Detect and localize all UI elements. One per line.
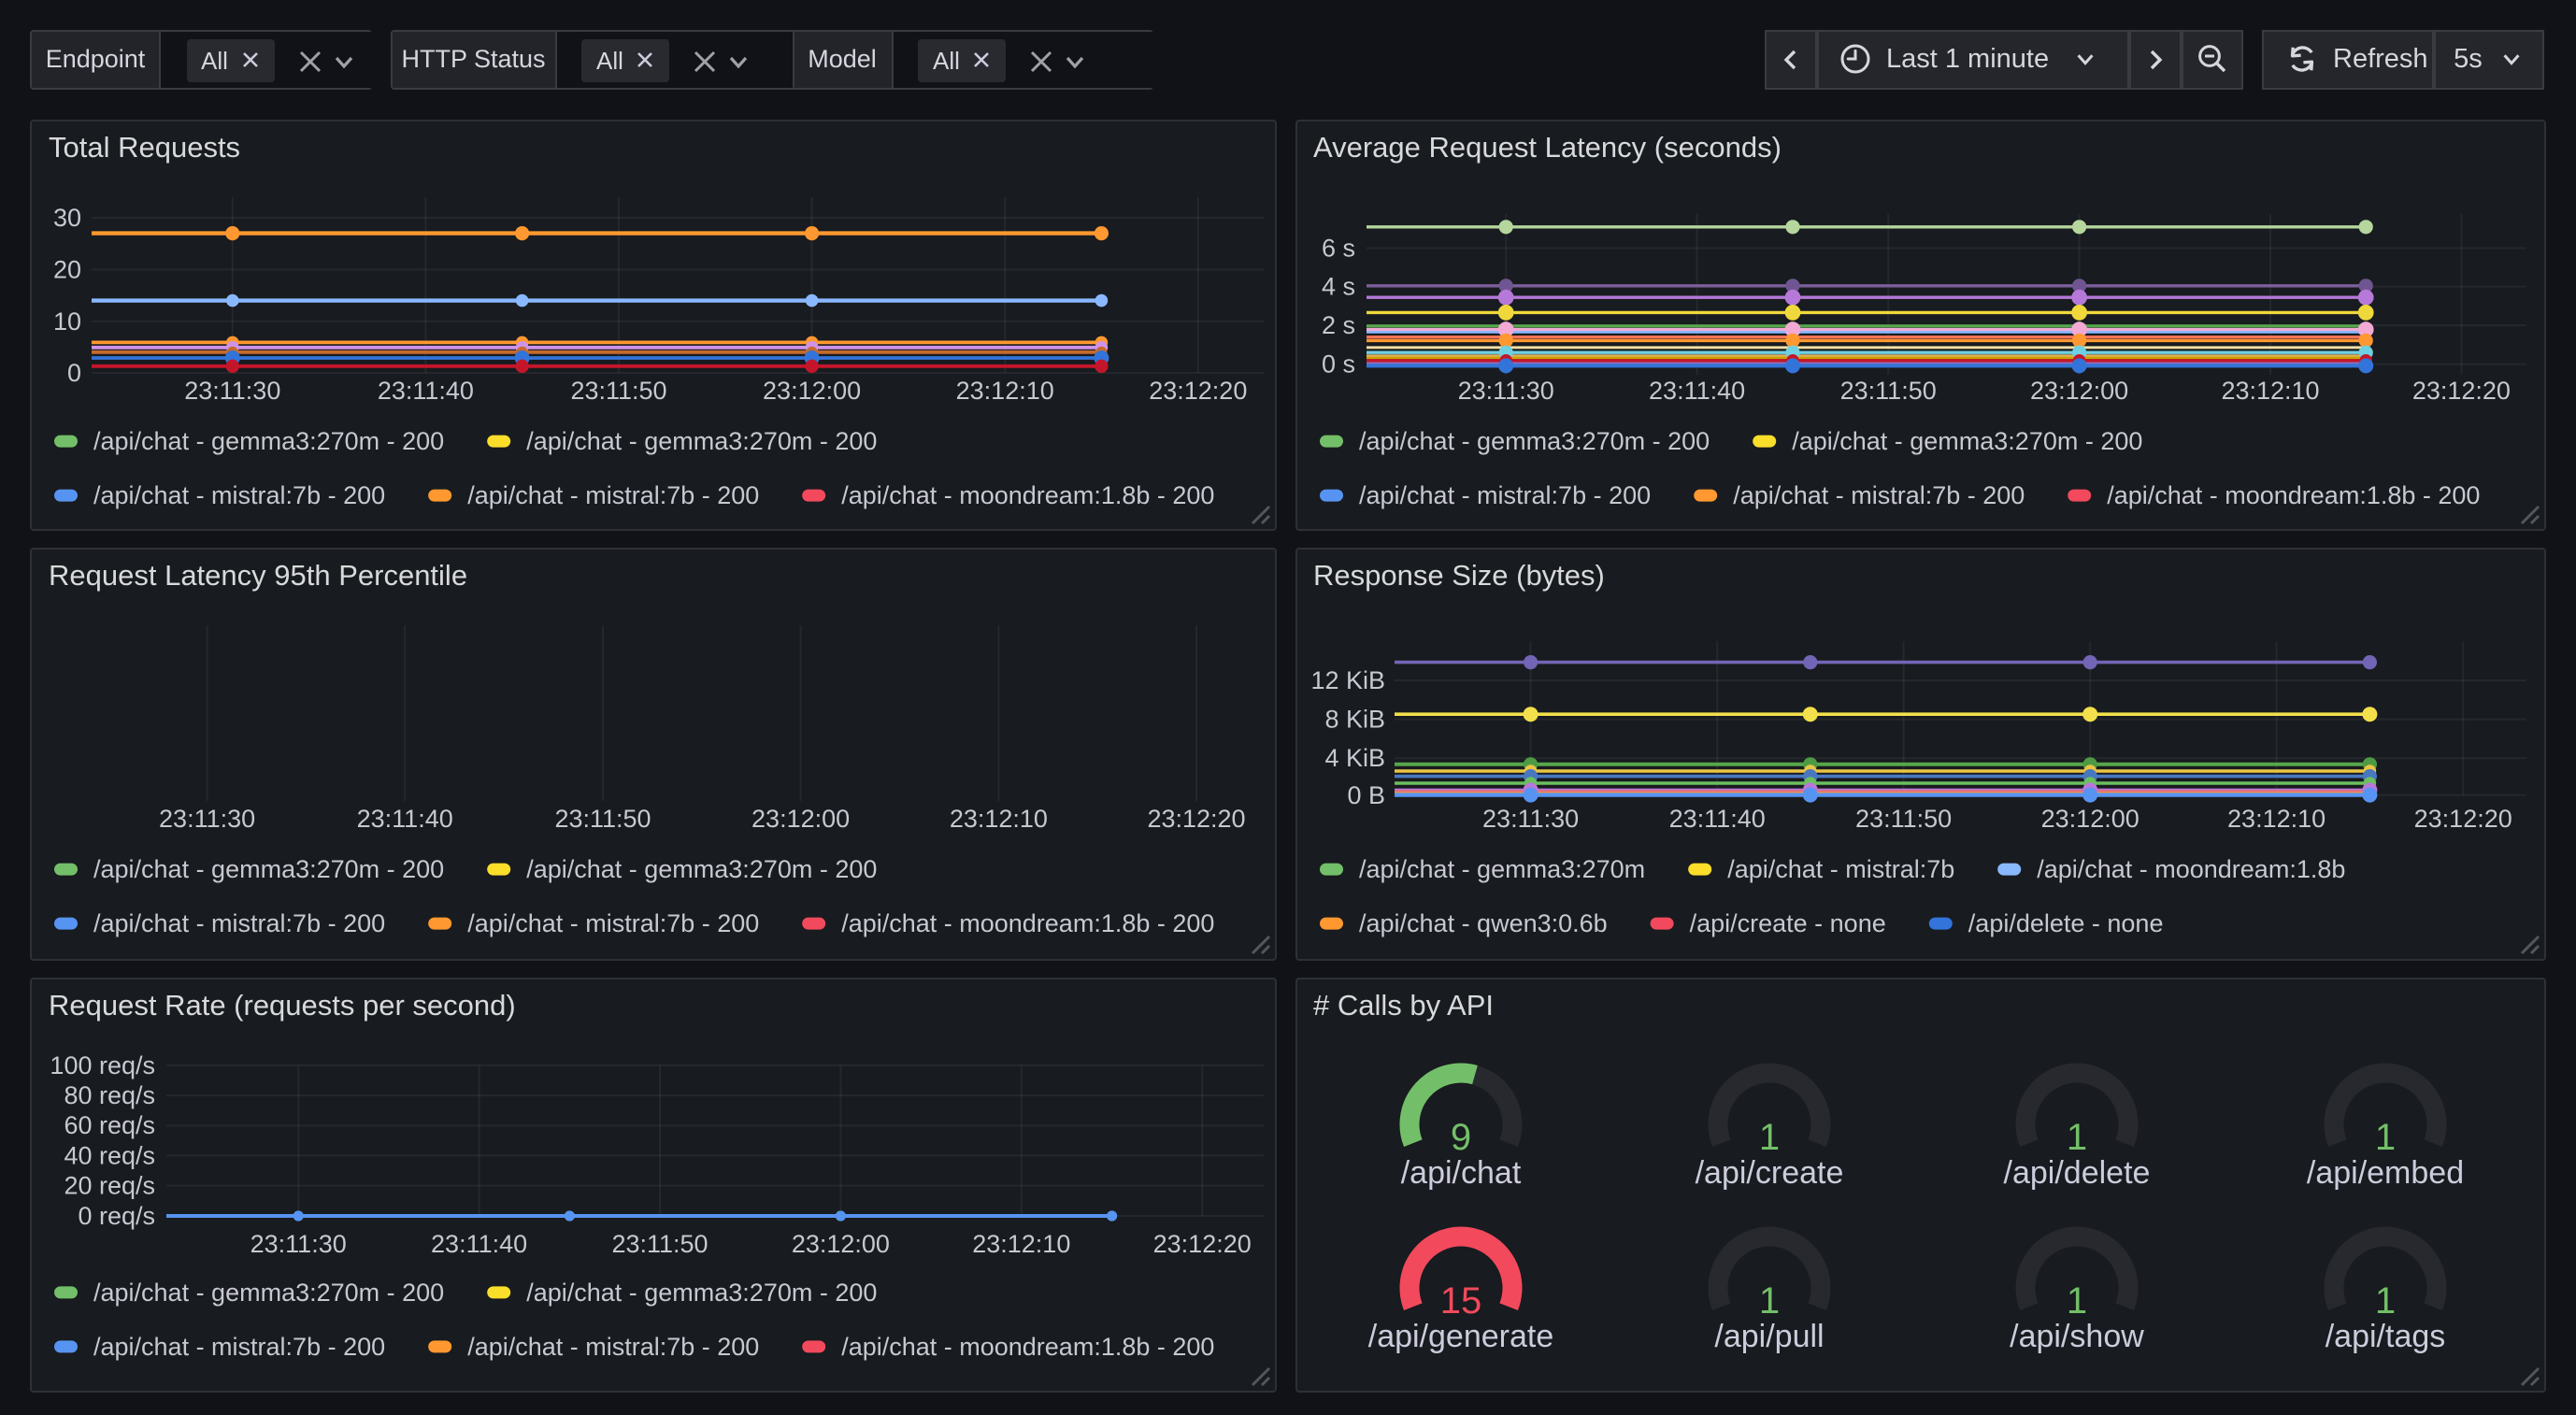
svg-text:23:11:30: 23:11:30: [1457, 377, 1553, 405]
svg-text:4 s: 4 s: [1321, 273, 1354, 301]
svg-text:23:12:10: 23:12:10: [2226, 804, 2325, 832]
svg-text:100 req/s: 100 req/s: [50, 1051, 155, 1079]
svg-text:8 KiB: 8 KiB: [1324, 704, 1384, 732]
svg-text:/api/chat - mistral:7b - 200: /api/chat - mistral:7b - 200: [93, 1332, 385, 1360]
svg-text:2 s: 2 s: [1321, 311, 1354, 339]
svg-text:60 req/s: 60 req/s: [64, 1110, 155, 1138]
svg-text:0: 0: [67, 359, 81, 387]
svg-text:/api/delete - none: /api/delete - none: [1968, 908, 2163, 936]
svg-text:/api/chat - moondream:1.8b - 2: /api/chat - moondream:1.8b - 200: [841, 1332, 1214, 1360]
svg-text:/api/chat - gemma3:270m - 200: /api/chat - gemma3:270m - 200: [1791, 427, 2141, 455]
svg-text:23:12:20: 23:12:20: [2413, 804, 2512, 832]
svg-text:/api/chat - gemma3:270m - 200: /api/chat - gemma3:270m - 200: [1358, 427, 1709, 455]
svg-text:/api/chat - gemma3:270m - 200: /api/chat - gemma3:270m - 200: [93, 1278, 444, 1306]
svg-text:23:11:50: 23:11:50: [1839, 377, 1936, 405]
svg-text:15: 15: [1439, 1279, 1481, 1321]
svg-text:1: 1: [2374, 1279, 2395, 1321]
svg-text:0 B: 0 B: [1346, 780, 1384, 808]
svg-text:6 s: 6 s: [1321, 234, 1354, 262]
svg-text:/api/chat: /api/chat: [1400, 1154, 1521, 1190]
svg-text:/api/embed: /api/embed: [2306, 1154, 2463, 1190]
svg-text:/api/chat - mistral:7b - 200: /api/chat - mistral:7b - 200: [467, 481, 759, 509]
svg-text:23:12:20: 23:12:20: [1147, 804, 1245, 832]
svg-text:23:12:00: 23:12:00: [792, 1229, 890, 1257]
svg-text:23:12:00: 23:12:00: [751, 804, 850, 832]
svg-text:23:12:00: 23:12:00: [2029, 377, 2127, 405]
svg-text:/api/chat - gemma3:270m - 200: /api/chat - gemma3:270m - 200: [526, 1278, 877, 1306]
svg-text:0 s: 0 s: [1321, 350, 1354, 379]
svg-text:23:11:40: 23:11:40: [1648, 377, 1744, 405]
svg-text:/api/chat - gemma3:270m - 200: /api/chat - gemma3:270m - 200: [93, 854, 444, 882]
svg-text:10: 10: [53, 307, 81, 336]
svg-text:0 req/s: 0 req/s: [78, 1201, 155, 1229]
svg-text:/api/chat - gemma3:270m - 200: /api/chat - gemma3:270m - 200: [526, 854, 877, 882]
svg-text:/api/create - none: /api/create - none: [1689, 908, 1885, 936]
svg-text:1: 1: [2374, 1116, 2395, 1157]
svg-text:23:12:00: 23:12:00: [763, 377, 861, 405]
svg-text:/api/chat - moondream:1.8b: /api/chat - moondream:1.8b: [2036, 854, 2344, 882]
svg-text:4 KiB: 4 KiB: [1324, 743, 1384, 771]
svg-text:23:11:50: 23:11:50: [570, 377, 666, 405]
svg-text:23:12:00: 23:12:00: [2040, 804, 2139, 832]
svg-text:23:12:10: 23:12:10: [956, 377, 1054, 405]
svg-text:/api/chat - mistral:7b - 200: /api/chat - mistral:7b - 200: [467, 1332, 759, 1360]
svg-text:/api/chat - mistral:7b: /api/chat - mistral:7b: [1726, 854, 1953, 882]
svg-text:23:12:20: 23:12:20: [1153, 1229, 1252, 1257]
svg-text:/api/chat - moondream:1.8b - 2: /api/chat - moondream:1.8b - 200: [841, 481, 1214, 509]
svg-text:/api/tags: /api/tags: [2325, 1318, 2445, 1353]
svg-text:23:11:30: 23:11:30: [250, 1229, 347, 1257]
svg-text:/api/delete: /api/delete: [2003, 1154, 2150, 1190]
svg-text:20 req/s: 20 req/s: [64, 1171, 155, 1199]
svg-text:80 req/s: 80 req/s: [64, 1080, 155, 1108]
svg-text:23:12:10: 23:12:10: [972, 1229, 1070, 1257]
svg-text:23:11:30: 23:11:30: [1481, 804, 1578, 832]
svg-text:/api/create: /api/create: [1695, 1154, 1843, 1190]
svg-text:23:12:10: 23:12:10: [950, 804, 1048, 832]
svg-text:40 req/s: 40 req/s: [64, 1140, 155, 1168]
svg-text:23:12:20: 23:12:20: [1149, 377, 1247, 405]
svg-text:23:11:40: 23:11:40: [1668, 804, 1765, 832]
svg-text:9: 9: [1450, 1116, 1470, 1157]
svg-text:/api/generate: /api/generate: [1367, 1318, 1553, 1353]
svg-text:23:11:40: 23:11:40: [378, 377, 474, 405]
svg-text:23:11:40: 23:11:40: [357, 804, 453, 832]
svg-text:23:11:30: 23:11:30: [184, 377, 280, 405]
svg-text:20: 20: [53, 256, 81, 284]
svg-text:/api/chat - mistral:7b - 200: /api/chat - mistral:7b - 200: [1358, 481, 1650, 509]
svg-text:1: 1: [1758, 1279, 1779, 1321]
svg-text:23:11:50: 23:11:50: [1854, 804, 1951, 832]
svg-text:/api/chat - mistral:7b - 200: /api/chat - mistral:7b - 200: [467, 908, 759, 936]
svg-text:23:11:50: 23:11:50: [611, 1229, 708, 1257]
svg-text:/api/chat - mistral:7b - 200: /api/chat - mistral:7b - 200: [93, 908, 385, 936]
svg-text:23:12:10: 23:12:10: [2220, 377, 2318, 405]
svg-text:/api/chat - gemma3:270m - 200: /api/chat - gemma3:270m - 200: [526, 427, 877, 455]
svg-text:/api/chat - qwen3:0.6b: /api/chat - qwen3:0.6b: [1358, 908, 1607, 936]
svg-text:/api/chat - gemma3:270m: /api/chat - gemma3:270m: [1358, 854, 1644, 882]
svg-text:/api/chat - mistral:7b - 200: /api/chat - mistral:7b - 200: [1732, 481, 2024, 509]
svg-text:1: 1: [2066, 1116, 2086, 1157]
svg-text:23:11:40: 23:11:40: [431, 1229, 527, 1257]
svg-text:23:12:20: 23:12:20: [2411, 377, 2510, 405]
svg-text:12 KiB: 12 KiB: [1309, 665, 1384, 693]
svg-text:1: 1: [1758, 1116, 1779, 1157]
svg-text:/api/chat - mistral:7b - 200: /api/chat - mistral:7b - 200: [93, 481, 385, 509]
svg-text:/api/chat - moondream:1.8b - 2: /api/chat - moondream:1.8b - 200: [841, 908, 1214, 936]
svg-text:1: 1: [2066, 1279, 2086, 1321]
svg-text:23:11:50: 23:11:50: [554, 804, 651, 832]
svg-text:/api/pull: /api/pull: [1713, 1318, 1823, 1353]
svg-text:/api/chat - moondream:1.8b - 2: /api/chat - moondream:1.8b - 200: [2106, 481, 2479, 509]
svg-text:23:11:30: 23:11:30: [159, 804, 255, 832]
svg-text:/api/chat - gemma3:270m - 200: /api/chat - gemma3:270m - 200: [93, 427, 444, 455]
svg-text:/api/show: /api/show: [2009, 1318, 2143, 1353]
svg-text:30: 30: [53, 204, 81, 232]
